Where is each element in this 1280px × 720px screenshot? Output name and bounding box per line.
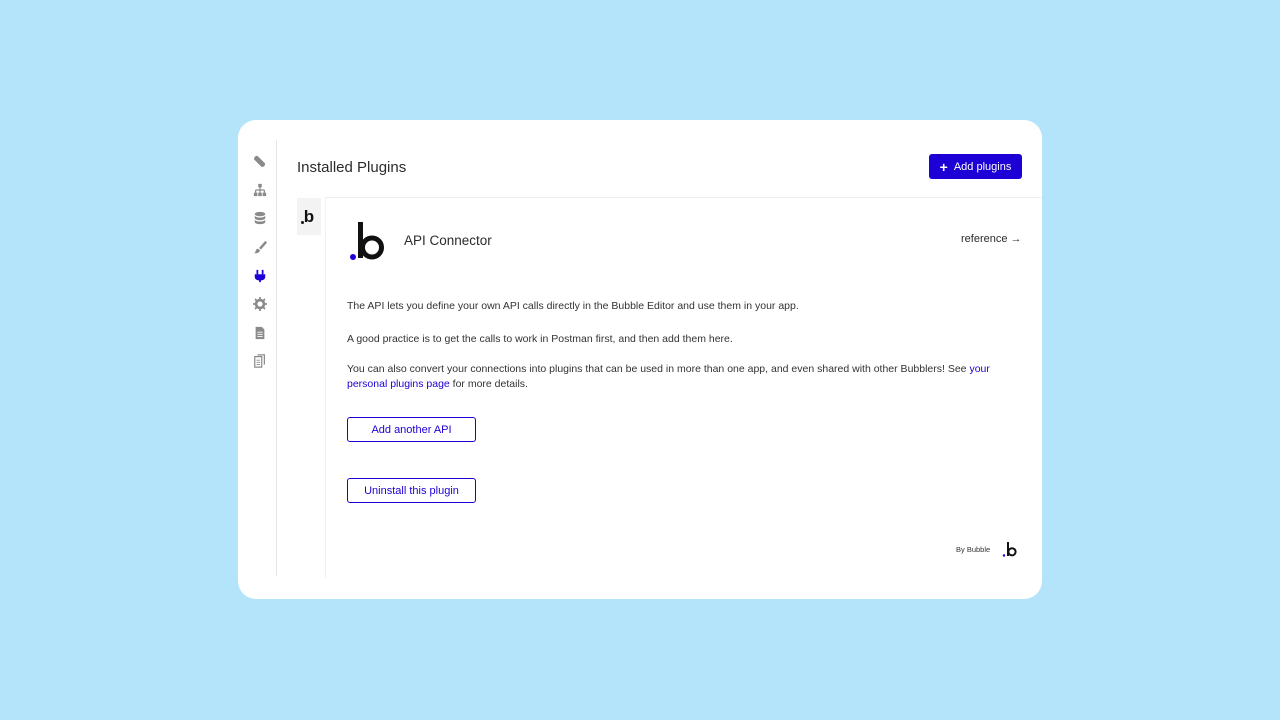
plugin-tab-api-connector[interactable]: b [297, 198, 321, 235]
editor-sidebar [238, 140, 277, 576]
reference-link[interactable]: reference → [961, 233, 1022, 245]
workflow-icon[interactable] [252, 182, 268, 198]
add-another-api-button[interactable]: Add another API [347, 417, 476, 442]
copy-icon[interactable] [252, 353, 268, 369]
header-divider [325, 197, 1042, 198]
plugins-panel: Installed Plugins + Add plugins b API Co… [238, 120, 1042, 599]
page-title: Installed Plugins [297, 159, 407, 176]
bubble-author-logo-icon [1002, 542, 1017, 557]
plus-icon: + [939, 158, 948, 175]
data-icon[interactable] [252, 210, 268, 226]
uninstall-plugin-button[interactable]: Uninstall this plugin [347, 478, 476, 503]
plugin-list-divider [325, 198, 326, 578]
plugin-author: By Bubble [956, 545, 991, 554]
logs-icon[interactable] [252, 325, 268, 341]
bubble-logo-icon [350, 222, 384, 260]
styles-icon[interactable] [252, 239, 268, 255]
plugins-icon[interactable] [252, 268, 268, 284]
design-icon[interactable] [252, 153, 268, 169]
plugin-name: API Connector [404, 233, 492, 248]
settings-icon[interactable] [252, 296, 268, 312]
plugin-description-2: A good practice is to get the calls to w… [347, 333, 733, 345]
add-plugins-button[interactable]: + Add plugins [929, 154, 1022, 179]
bubble-logo-icon: b [300, 208, 314, 225]
add-plugins-label: Add plugins [953, 160, 1012, 173]
plugin-description-1: The API lets you define your own API cal… [347, 300, 799, 312]
plugin-description-3: You can also convert your connections in… [347, 363, 990, 390]
